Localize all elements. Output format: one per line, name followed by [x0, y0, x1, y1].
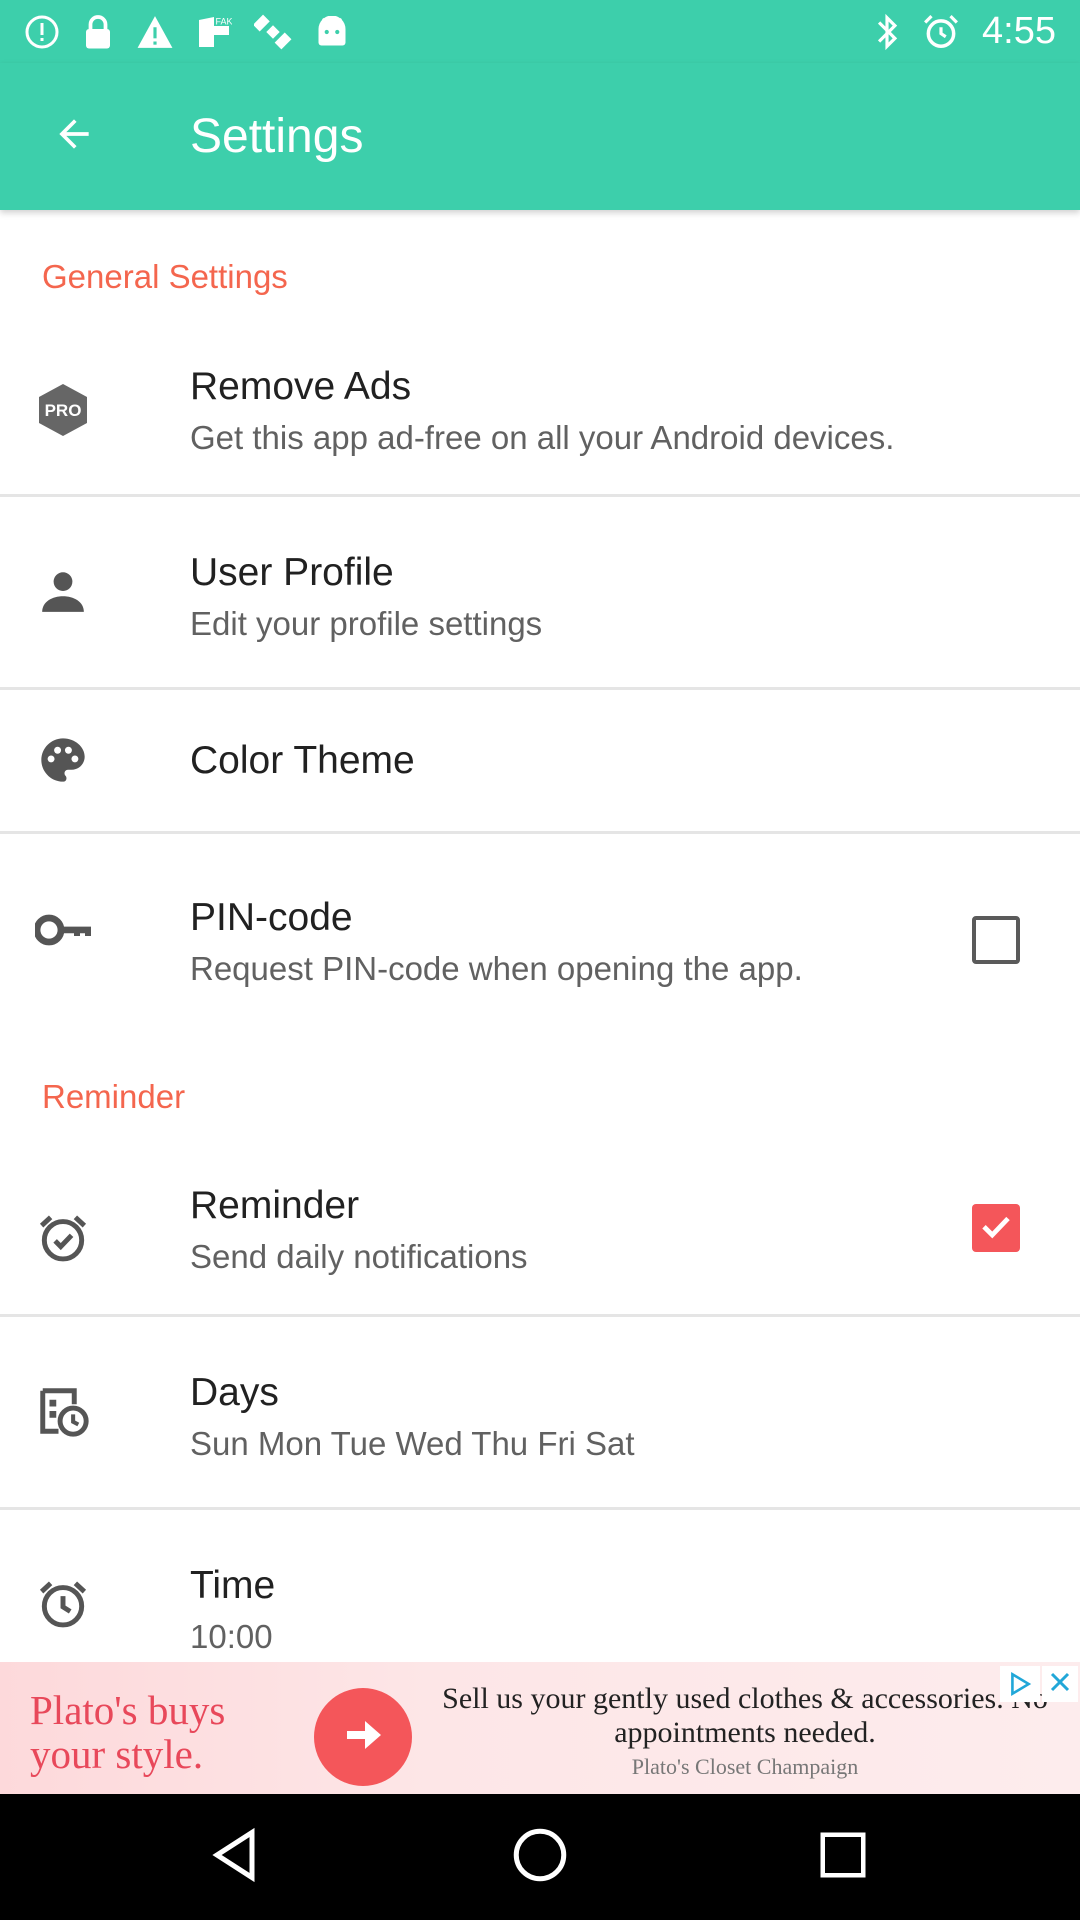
- status-icons-right: 4:55: [874, 10, 1056, 53]
- setting-subtitle: Send daily notifications: [190, 1238, 528, 1275]
- setting-subtitle: Get this app ad-free on all your Android…: [190, 419, 895, 456]
- svg-text:FAKE: FAKE: [216, 16, 233, 26]
- setting-title: Days: [190, 1371, 279, 1414]
- back-icon: [207, 1825, 267, 1890]
- ad-source: Plato's Closet Champaign: [631, 1754, 859, 1779]
- check-icon: [978, 1208, 1014, 1249]
- setting-subtitle: Sun Mon Tue Wed Thu Fri Sat: [190, 1425, 635, 1462]
- section-header-reminder: Reminder: [42, 1078, 186, 1115]
- setting-user-profile[interactable]: User Profile Edit your profile settings: [0, 497, 1080, 687]
- setting-subtitle: Edit your profile settings: [190, 605, 543, 642]
- lock-icon: [82, 14, 114, 50]
- ad-body: Sell us your gently used clothes & acces…: [442, 1682, 1048, 1749]
- warning-icon: [136, 14, 174, 50]
- svg-text:PRO: PRO: [45, 401, 82, 420]
- ad-choices-icon[interactable]: [1000, 1666, 1040, 1702]
- nav-recents-button[interactable]: [803, 1817, 883, 1897]
- status-time: 4:55: [982, 10, 1056, 52]
- recents-icon: [816, 1828, 870, 1887]
- arrow-back-icon: [52, 112, 96, 161]
- settings-list: General Settings PRO Remove Ads Get this…: [0, 210, 1080, 1662]
- pin-code-checkbox[interactable]: [972, 916, 1020, 964]
- close-icon: [1048, 1670, 1072, 1699]
- back-button[interactable]: [38, 101, 110, 173]
- setting-title: User Profile: [190, 551, 394, 594]
- ad-banner[interactable]: Plato's buys your style. Sell us your ge…: [0, 1662, 1080, 1794]
- setting-title: Color Theme: [190, 739, 415, 782]
- page-title: Settings: [190, 110, 364, 163]
- ad-arrow-button[interactable]: [314, 1688, 412, 1786]
- reminder-checkbox[interactable]: [972, 1204, 1020, 1252]
- ad-close-button[interactable]: [1042, 1666, 1078, 1702]
- ad-headline: Plato's buys your style.: [30, 1687, 226, 1777]
- pro-badge-icon: PRO: [33, 380, 93, 440]
- key-icon: [33, 900, 97, 960]
- setting-remove-ads[interactable]: PRO Remove Ads Get this app ad-free on a…: [0, 350, 1080, 494]
- section-header-general: General Settings: [42, 258, 288, 295]
- setting-subtitle: 10:00: [190, 1618, 273, 1655]
- setting-time[interactable]: Time 10:00: [0, 1510, 1080, 1662]
- calendar-clock-icon: [33, 1381, 93, 1441]
- status-bar: FAKE 4:55: [0, 0, 1080, 63]
- arrow-forward-icon: [339, 1711, 387, 1764]
- setting-title: Reminder: [190, 1184, 360, 1227]
- fake-gps-icon: FAKE: [196, 14, 232, 50]
- setting-title: Remove Ads: [190, 365, 412, 408]
- alarm-check-icon: [33, 1208, 93, 1268]
- alert-circle-icon: [24, 14, 60, 50]
- app-bar: Settings: [0, 63, 1080, 210]
- person-icon: [33, 561, 93, 621]
- status-icons-left: FAKE: [24, 13, 350, 51]
- setting-color-theme[interactable]: Color Theme: [0, 690, 1080, 831]
- setting-reminder[interactable]: Reminder Send daily notifications: [0, 1150, 1080, 1314]
- bluetooth-icon: [874, 13, 900, 51]
- android-icon: [314, 15, 350, 48]
- satellite-icon: [254, 13, 292, 51]
- setting-title: PIN-code: [190, 896, 353, 939]
- nav-home-button[interactable]: [500, 1817, 580, 1897]
- palette-icon: [33, 730, 93, 790]
- home-icon: [510, 1825, 570, 1890]
- clock-icon: [33, 1574, 93, 1634]
- setting-pin-code[interactable]: PIN-code Request PIN-code when opening t…: [0, 834, 1080, 1024]
- alarm-icon: [922, 13, 960, 51]
- setting-title: Time: [190, 1564, 276, 1607]
- system-nav-bar: [0, 1794, 1080, 1920]
- setting-subtitle: Request PIN-code when opening the app.: [190, 950, 803, 987]
- setting-days[interactable]: Days Sun Mon Tue Wed Thu Fri Sat: [0, 1317, 1080, 1507]
- nav-back-button[interactable]: [197, 1817, 277, 1897]
